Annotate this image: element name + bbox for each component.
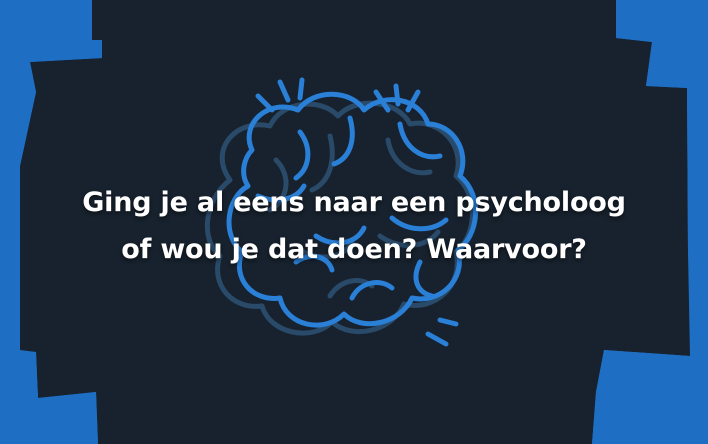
question-text: Ging je al eens naar een psycholoog of w… bbox=[0, 179, 708, 273]
corner-br bbox=[592, 350, 708, 444]
question-line-2: of wou je dat doen? Waarvoor? bbox=[121, 234, 587, 265]
question-line-1: Ging je al eens naar een psycholoog bbox=[82, 187, 626, 218]
